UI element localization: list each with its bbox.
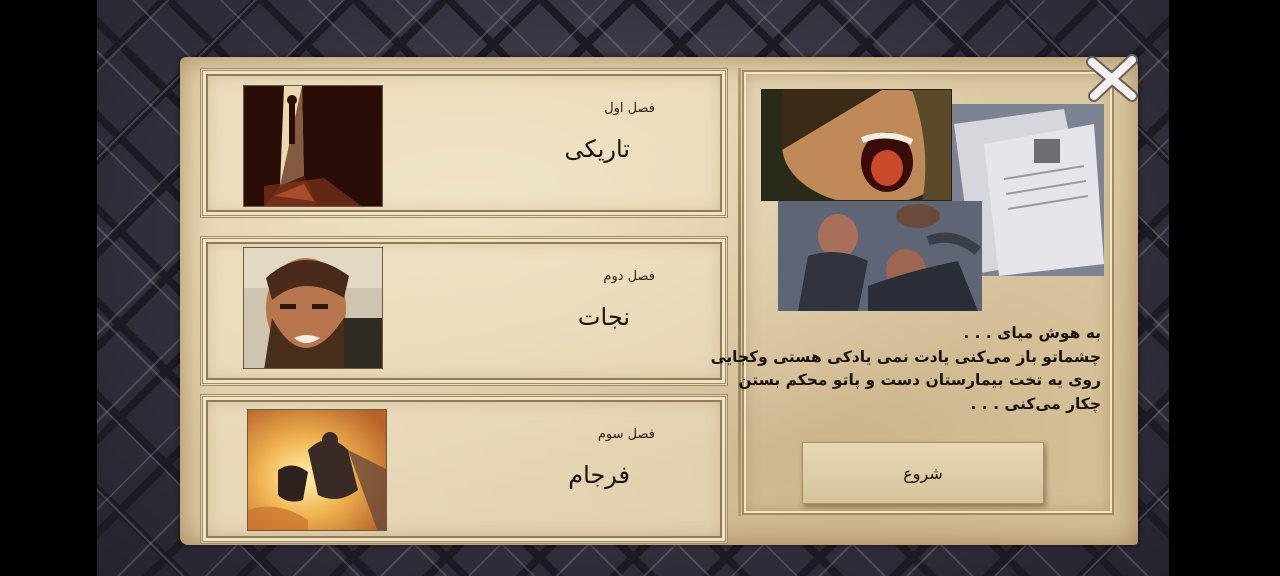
- story-line: چشماتو باز می‌کنی یادت نمی یادکی هستی وک…: [710, 347, 1101, 366]
- chapter-3-thumbnail: [247, 409, 387, 531]
- chapter-1-thumbnail: [243, 85, 383, 207]
- story-image-fight: [778, 201, 982, 311]
- chapter-3-card[interactable]: فصل سوم فرجام: [200, 394, 728, 544]
- chapter-1-subtitle: فصل اول: [604, 101, 655, 116]
- chapter-2-thumbnail: [243, 247, 383, 369]
- story-line: روی یه تخت بیمارستان دست و پاتو محکم بست…: [738, 371, 1101, 389]
- chapter-1-card[interactable]: فصل اول تاریکی: [200, 68, 728, 218]
- chapter-2-title: نجات: [577, 303, 630, 331]
- story-text: به هوش میای . . . چشماتو باز می‌کنی یادت…: [710, 322, 1101, 416]
- story-line: چکار می‌کنی . . .: [970, 394, 1101, 413]
- close-icon: [1086, 54, 1138, 102]
- chapter-3-title: فرجام: [568, 461, 630, 489]
- chapter-3-subtitle: فصل سوم: [597, 427, 655, 442]
- story-image-screaming-man: [761, 89, 952, 201]
- story-line: به هوش میای . . .: [963, 324, 1101, 342]
- panel-divider: [738, 68, 741, 516]
- chapter-2-card[interactable]: فصل دوم نجات: [200, 236, 728, 386]
- close-button[interactable]: [1084, 52, 1140, 104]
- chapter-2-subtitle: فصل دوم: [603, 269, 655, 284]
- start-button[interactable]: شروع: [802, 442, 1044, 504]
- chapter-1-title: تاریکی: [564, 135, 630, 163]
